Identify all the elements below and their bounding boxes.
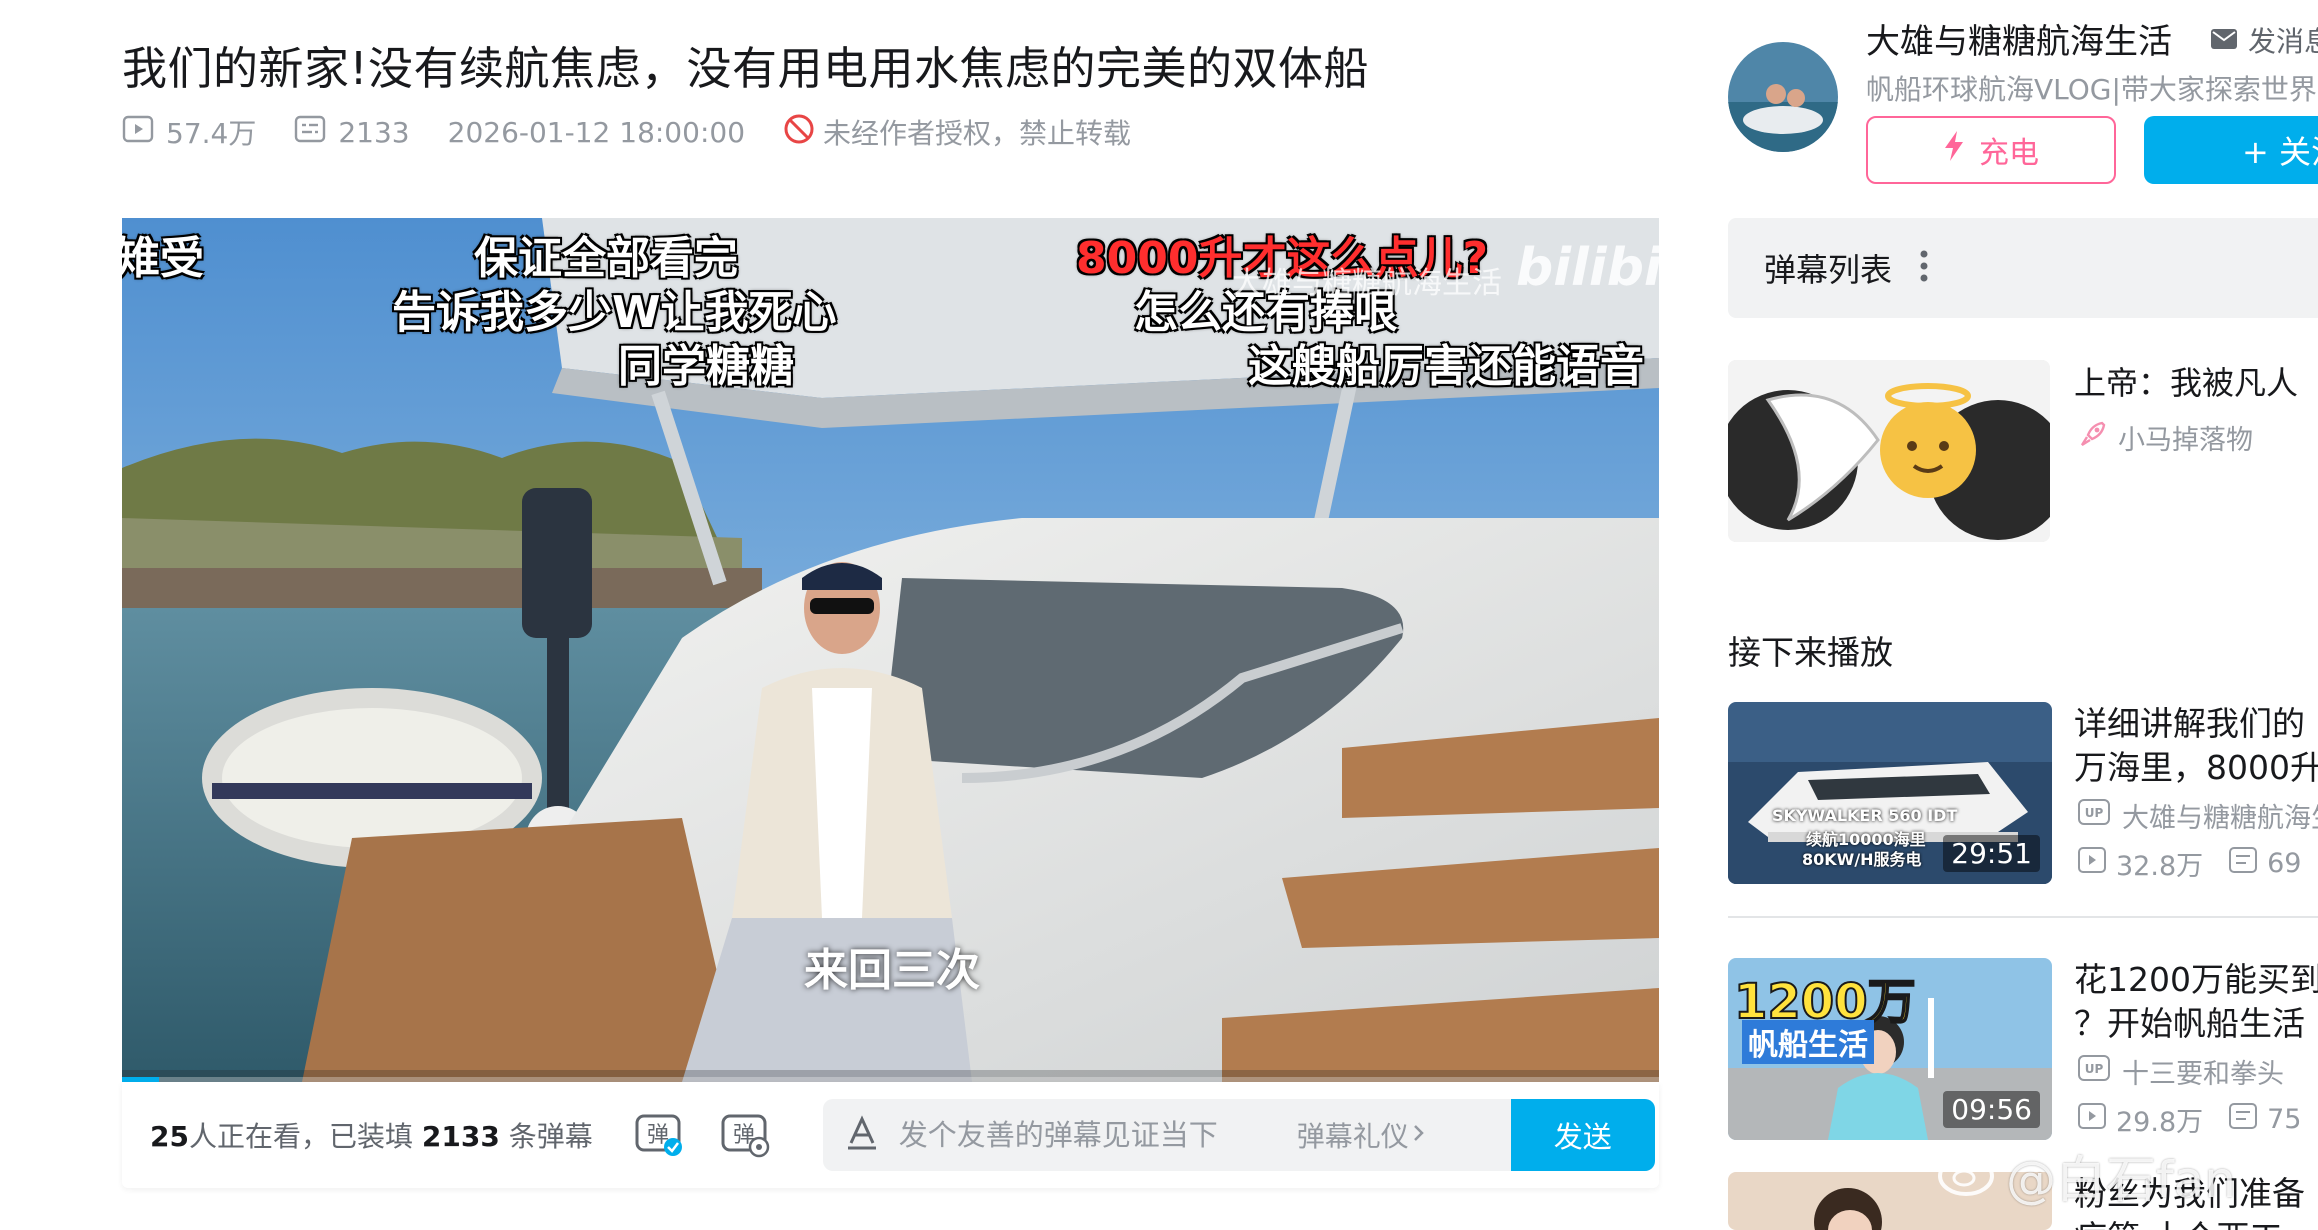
- ad-source-name: 小马掉落物: [2118, 425, 2253, 456]
- video-title: 我们的新家!没有续航焦虑，没有用电用水焦虑的完美的双体船: [122, 42, 1370, 95]
- recommended-video[interactable]: SKYWALKER 560 IDT 续航10000海里 80KW/H服务电 29…: [1728, 702, 2318, 892]
- view-count-value: 57.4万: [166, 117, 257, 150]
- danmaku-settings-button[interactable]: 弹: [719, 1109, 771, 1161]
- send-message-button[interactable]: 发消息: [2210, 20, 2318, 60]
- loaded-suffix: 条弹幕: [508, 1120, 593, 1153]
- danmaku-send-bar: 25人正在看，已装填 2133 条弹幕 弹 弹 弹幕礼仪 发送: [122, 1082, 1659, 1188]
- weibo-watermark: @白石fan: [1936, 1140, 2236, 1212]
- chevron-right-icon: [1409, 1119, 1429, 1152]
- up-badge-icon: UP: [2078, 1055, 2122, 1088]
- send-message-label: 发消息: [2248, 25, 2318, 58]
- follow-button[interactable]: + 关注: [2144, 116, 2318, 184]
- text-style-icon[interactable]: [845, 1115, 879, 1155]
- danmaku-toggle-button[interactable]: 弹: [633, 1109, 685, 1161]
- rec-title[interactable]: 花1200万能买到 ？开始帆船生活: [2074, 958, 2318, 1046]
- rec-thumb-caption: SKYWALKER 560 IDT: [1772, 806, 1958, 825]
- play-count-icon: [2078, 1103, 2116, 1136]
- rec-author-name: 大雄与糖糖航海生活: [2122, 803, 2318, 834]
- danmaku-count-icon: [294, 115, 338, 150]
- rec-views: 29.8万: [2116, 1107, 2204, 1138]
- view-count: 57.4万: [122, 112, 256, 152]
- forbidden-icon: [783, 113, 823, 152]
- danmaku-on-icon: 弹: [633, 1107, 685, 1163]
- danmaku-list-title: 弹幕列表: [1764, 251, 1893, 289]
- danmaku-count-icon: [2229, 1103, 2267, 1136]
- send-danmaku-button[interactable]: 发送: [1510, 1099, 1655, 1171]
- rec-author[interactable]: UP 十三要和拳头: [2078, 1052, 2284, 1091]
- svg-text:UP: UP: [2085, 1062, 2104, 1076]
- up-next-heading: 接下来播放: [1728, 633, 1893, 672]
- uploader-description: 帆船环球航海VLOG|带大家探索世界: [1866, 73, 2317, 106]
- danmaku-count-icon: [2229, 847, 2267, 880]
- rec-danmaku: 75: [2267, 1104, 2302, 1135]
- svg-text:UP: UP: [2085, 806, 2104, 820]
- danmaku-input[interactable]: [898, 1118, 1289, 1152]
- ad-title[interactable]: 上帝：我被凡人: [2074, 358, 2298, 404]
- video-subtitle: 来回三次: [804, 945, 980, 996]
- charge-button[interactable]: 充电: [1866, 116, 2116, 184]
- bilibili-logo: bilibili: [1516, 238, 1659, 298]
- danmaku-settings-icon: 弹: [719, 1107, 771, 1163]
- rec-title-line: 花1200万能买到: [2074, 960, 2318, 999]
- uploader-avatar[interactable]: [1728, 42, 1838, 152]
- rec-title-line: 万海里，8000升: [2074, 748, 2318, 787]
- viewer-text: 人正在看，已装填: [188, 1120, 413, 1153]
- rec-duration: 09:56: [1943, 1091, 2040, 1128]
- danmaku-item: 这艘船厉害还能语音: [1248, 341, 1644, 392]
- danmaku-etiquette-link[interactable]: 弹幕礼仪: [1297, 1115, 1429, 1155]
- danmaku-item: 雉受: [122, 233, 204, 284]
- ad-thumbnail[interactable]: [1728, 360, 2050, 542]
- viewer-status: 25人正在看，已装填 2133 条弹幕: [150, 1115, 593, 1155]
- publish-time: 2026-01-12 18:00:00: [447, 115, 746, 149]
- rec-author-name: 十三要和拳头: [2122, 1059, 2284, 1090]
- rec-views: 32.8万: [2116, 851, 2204, 882]
- weibo-icon: [1936, 1142, 2006, 1210]
- rec-title[interactable]: 详细讲解我们的 万海里，8000升: [2074, 702, 2318, 790]
- rec-thumbnail[interactable]: 1200万 帆船生活 09:56: [1728, 958, 2052, 1140]
- play-count-icon: [2078, 847, 2116, 880]
- weibo-watermark-text: @白石fan: [2006, 1151, 2236, 1209]
- divider: [1728, 916, 2318, 918]
- rec-thumbnail[interactable]: SKYWALKER 560 IDT 续航10000海里 80KW/H服务电 29…: [1728, 702, 2052, 884]
- rec-title-line: 痘第 十个西工: [2074, 1216, 2318, 1230]
- video-watermark: 大雄与糖糖航海生活: [1232, 266, 1502, 301]
- ad-source: 小马掉落物: [2078, 418, 2253, 457]
- rec-duration: 29:51: [1943, 835, 2040, 872]
- danmaku-item: 同学糖糖: [618, 341, 794, 392]
- recommended-video[interactable]: 1200万 帆船生活 09:56 花1200万能买到 ？开始帆船生活 UP 十三…: [1728, 958, 2318, 1148]
- charge-label: 充电: [1979, 136, 2039, 171]
- uploader-name[interactable]: 大雄与糖糖航海生活: [1866, 14, 2172, 63]
- rec-stats: 32.8万 69: [2078, 844, 2301, 883]
- copyright-notice-text: 未经作者授权，禁止转载: [823, 117, 1132, 150]
- video-player[interactable]: 雉受 保证全部看完 告诉我多少W让我死心 同学糖糖 8000升才这么点儿? 怎么…: [122, 218, 1659, 1082]
- play-count-icon: [122, 115, 166, 150]
- loaded-count: 2133: [421, 1120, 500, 1153]
- danmaku-count-value: 2133: [338, 115, 410, 149]
- rec-author[interactable]: UP 大雄与糖糖航海生活: [2078, 796, 2318, 835]
- copyright-notice: 未经作者授权，禁止转载: [783, 112, 1131, 152]
- more-options-icon[interactable]: [1920, 249, 1928, 287]
- up-badge-icon: UP: [2078, 799, 2122, 832]
- rocket-icon: [2078, 419, 2118, 456]
- rec-danmaku: 69: [2267, 848, 2302, 879]
- video-meta: 57.4万 2133 2026-01-12 18:00:00 未经作者授权，禁止…: [122, 112, 1131, 152]
- rec-thumb-caption: 80KW/H服务电: [1802, 850, 1922, 869]
- danmaku-input-box[interactable]: 弹幕礼仪: [822, 1099, 1511, 1171]
- viewer-count: 25: [150, 1120, 189, 1153]
- danmaku-count: 2133: [294, 115, 410, 150]
- etiquette-label: 弹幕礼仪: [1296, 1120, 1409, 1153]
- rec-title-line: ？开始帆船生活: [2074, 1004, 2305, 1043]
- lightning-icon: [1943, 130, 1979, 170]
- rec-title-line: 详细讲解我们的: [2074, 704, 2305, 743]
- rec-stats: 29.8万 75: [2078, 1100, 2301, 1139]
- danmaku-list-header[interactable]: 弹幕列表: [1728, 218, 2318, 318]
- mail-icon: [2210, 24, 2248, 57]
- rec-thumb-caption: 帆船生活: [1742, 1020, 1874, 1064]
